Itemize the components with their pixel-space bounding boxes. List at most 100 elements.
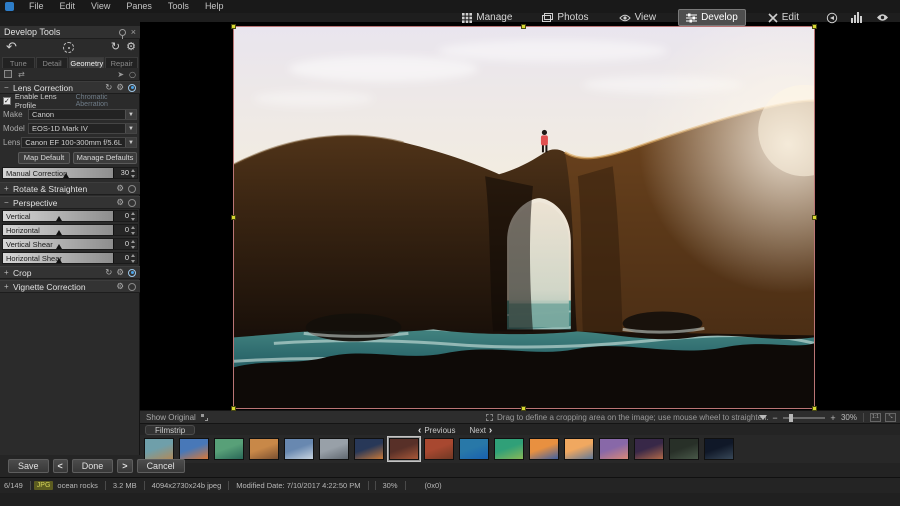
crop-handle-mid-left[interactable] — [231, 215, 236, 220]
active-radio-icon[interactable] — [128, 269, 136, 277]
expand-icon[interactable]: + — [4, 184, 13, 193]
menu-tools[interactable]: Tools — [160, 0, 197, 13]
dropdown-arrow-icon[interactable]: ▼ — [125, 124, 136, 133]
manual-correction-slider[interactable]: Manual Correction 30 — [2, 167, 138, 179]
filmstrip-thumb[interactable] — [143, 437, 175, 461]
sync-button[interactable] — [821, 9, 843, 26]
apply-circle-icon[interactable]: ➤ — [117, 70, 124, 79]
mode-develop-button[interactable]: Develop — [678, 9, 746, 26]
gear-icon[interactable]: ⚙ — [116, 268, 124, 278]
expand-icon[interactable]: + — [4, 282, 13, 291]
gear-icon[interactable]: ⚙ — [116, 184, 124, 194]
filmstrip-thumb[interactable] — [668, 437, 700, 461]
make-dropdown[interactable]: Canon ▼ — [28, 109, 137, 120]
tab-detail[interactable]: Detail — [36, 57, 69, 68]
expand-icon[interactable]: + — [4, 268, 13, 277]
compare-icon[interactable]: ⇄ — [18, 70, 25, 79]
crop-handle-bottom-center[interactable] — [521, 406, 526, 411]
filmstrip-thumb[interactable] — [353, 437, 385, 461]
filmstrip-thumb[interactable] — [598, 437, 630, 461]
cancel-button[interactable]: Cancel — [137, 459, 185, 473]
section-vignette-correction[interactable]: + Vignette Correction ⚙ — [0, 280, 140, 293]
crop-handle-bottom-right[interactable] — [812, 406, 817, 411]
zoom-percent[interactable]: 30% — [841, 413, 857, 422]
section-perspective[interactable]: − Perspective ⚙ — [0, 196, 140, 209]
previous-button[interactable]: ‹Previous — [418, 425, 455, 436]
spinner-icon[interactable] — [131, 212, 136, 221]
manage-defaults-button[interactable]: Manage Defaults — [73, 152, 137, 164]
filmstrip-thumb[interactable] — [563, 437, 595, 461]
mode-edit-button[interactable]: Edit — [760, 9, 807, 26]
slider-marker[interactable] — [63, 173, 69, 178]
map-default-button[interactable]: Map Default — [18, 152, 70, 164]
radio-icon[interactable] — [128, 199, 136, 207]
section-rotate-straighten[interactable]: + Rotate & Straighten ⚙ — [0, 182, 140, 195]
collapse-icon[interactable]: − — [4, 83, 13, 92]
lens-dropdown[interactable]: Canon EF 100-300mm f/5.6L ▼ — [21, 137, 137, 148]
zoom-slider[interactable] — [783, 417, 825, 419]
fullscreen-icon[interactable] — [201, 414, 208, 421]
vertical-shear-slider[interactable]: Vertical Shear 0 — [2, 238, 138, 250]
menu-view[interactable]: View — [83, 0, 118, 13]
tab-geometry[interactable]: Geometry — [69, 57, 104, 68]
filmstrip-thumb[interactable] — [493, 437, 525, 461]
spinner-icon[interactable] — [131, 169, 136, 178]
actual-size-button[interactable]: 1:1 — [870, 413, 881, 422]
image-canvas[interactable] — [140, 22, 900, 410]
pin-icon[interactable] — [119, 29, 126, 36]
done-button[interactable]: Done — [72, 459, 114, 473]
crop-handle-bottom-left[interactable] — [231, 406, 236, 411]
menu-panes[interactable]: Panes — [118, 0, 160, 13]
preview-circle-icon[interactable]: ○ — [129, 70, 136, 79]
filmstrip-thumb[interactable] — [528, 437, 560, 461]
horizontal-slider[interactable]: Horizontal 0 — [2, 224, 138, 236]
acdsee-365-button[interactable] — [871, 9, 894, 26]
dashboard-button[interactable] — [846, 9, 868, 26]
horizontal-shear-slider[interactable]: Horizontal Shear 0 — [2, 252, 138, 264]
enable-lens-profile-checkbox[interactable]: ✓ — [3, 97, 11, 105]
gear-icon[interactable]: ⚙ — [116, 282, 124, 292]
mode-photos-button[interactable]: Photos — [534, 9, 596, 26]
zoom-out-button[interactable]: − — [771, 413, 779, 423]
gear-icon[interactable]: ⚙ — [116, 198, 124, 208]
target-exposure-icon[interactable] — [63, 42, 74, 53]
spinner-icon[interactable] — [131, 226, 136, 235]
mode-manage-button[interactable]: Manage — [454, 9, 520, 26]
spinner-icon[interactable] — [131, 254, 136, 263]
crop-handle-mid-right[interactable] — [812, 215, 817, 220]
reset-icon[interactable]: ↻ — [105, 83, 112, 93]
filmstrip-tab[interactable]: Filmstrip — [145, 425, 195, 435]
filmstrip-thumb[interactable] — [633, 437, 665, 461]
zoom-in-button[interactable]: + — [829, 413, 837, 423]
reset-icon[interactable]: ↻ — [105, 268, 112, 278]
model-dropdown[interactable]: EOS-1D Mark IV ▼ — [28, 123, 137, 134]
menu-help[interactable]: Help — [197, 0, 232, 13]
tab-repair[interactable]: Repair — [105, 57, 138, 68]
undo-icon[interactable]: ↶ — [6, 40, 17, 55]
dropdown-arrow-icon[interactable]: ▼ — [125, 110, 136, 119]
active-radio-icon[interactable] — [128, 84, 136, 92]
mode-view-button[interactable]: View — [611, 9, 665, 26]
show-original-button[interactable]: Show Original — [146, 413, 196, 422]
dropdown-arrow-icon[interactable]: ▼ — [125, 138, 136, 147]
tab-tune[interactable]: Tune — [2, 57, 35, 68]
filmstrip-thumb[interactable] — [388, 437, 420, 461]
navigator-icon[interactable] — [759, 415, 767, 420]
previous-image-button[interactable]: < — [53, 459, 68, 473]
radio-icon[interactable] — [128, 283, 136, 291]
gear-icon[interactable]: ⚙ — [116, 83, 124, 93]
filmstrip-thumb[interactable] — [703, 437, 735, 461]
next-image-button[interactable]: > — [117, 459, 132, 473]
next-button[interactable]: Next› — [469, 425, 492, 436]
filmstrip-thumb[interactable] — [283, 437, 315, 461]
zoom-slider-thumb[interactable] — [789, 414, 793, 422]
save-button[interactable]: Save — [8, 459, 49, 473]
settings-gear-icon[interactable]: ⚙ — [126, 40, 136, 53]
filmstrip-thumb[interactable] — [423, 437, 455, 461]
filmstrip-thumb[interactable] — [318, 437, 350, 461]
menu-edit[interactable]: Edit — [52, 0, 84, 13]
chromatic-aberration-tab[interactable]: Chromatic Aberration — [76, 94, 137, 108]
vertical-slider[interactable]: Vertical 0 — [2, 210, 138, 222]
spinner-icon[interactable] — [131, 240, 136, 249]
menu-file[interactable]: File — [21, 0, 52, 13]
